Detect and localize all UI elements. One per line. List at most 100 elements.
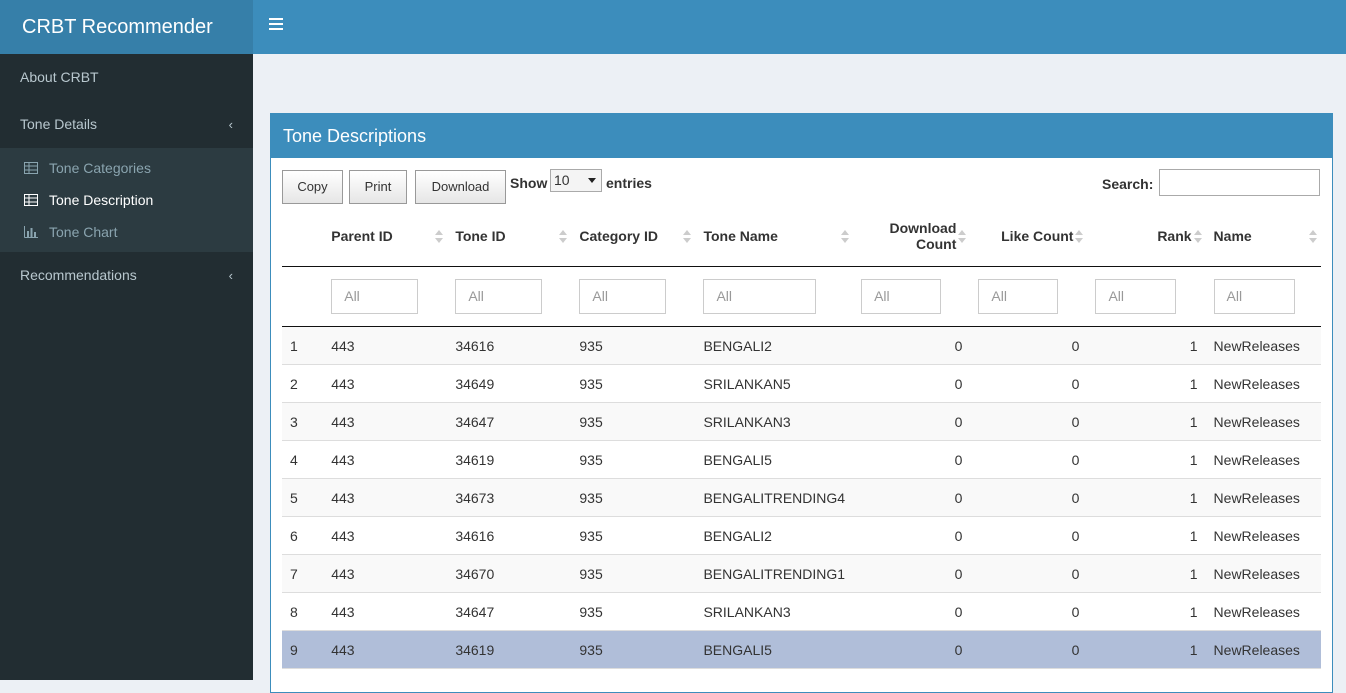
box-title: Tone Descriptions: [271, 114, 1332, 158]
page-length-value: 10: [554, 172, 570, 188]
sidebar-item-tone-details[interactable]: Tone Details ‹: [0, 101, 253, 148]
filter-input-like-count[interactable]: All: [978, 279, 1059, 314]
cell-tone-name: BENGALI2: [695, 326, 854, 365]
cell-rank: 1: [1087, 478, 1206, 517]
table-row[interactable]: 3 443 34647 935 SRILANKAN3 0 0 1 NewReleases: [282, 402, 1321, 441]
cell-rank: 1: [1087, 554, 1206, 593]
column-header-name[interactable]: Name: [1205, 206, 1321, 267]
filter-row: All All All All All All All All: [282, 266, 1321, 327]
cell-rank: 1: [1087, 516, 1206, 555]
filter-input-tone-id[interactable]: All: [455, 279, 543, 314]
search-input[interactable]: [1159, 169, 1320, 196]
cell-rank: 1: [1087, 326, 1206, 365]
cell-tone-id: 34673: [447, 478, 572, 517]
sidebar-subitem-tone-chart[interactable]: Tone Chart: [0, 216, 253, 248]
sort-icon: [559, 230, 568, 244]
copy-button[interactable]: Copy: [282, 170, 343, 204]
cell-parent-id: 443: [323, 516, 448, 555]
chevron-left-icon: ‹: [228, 117, 233, 132]
column-header-like-count[interactable]: Like Count: [970, 206, 1088, 267]
app-logo[interactable]: CRBT Recommender: [0, 0, 253, 54]
cell-like-count: 0: [970, 630, 1088, 669]
cell-tone-id: 34670: [447, 554, 572, 593]
cell-name: NewReleases: [1205, 516, 1321, 555]
cell-download-count: 0: [853, 630, 971, 669]
cell-parent-id: 443: [323, 554, 448, 593]
column-header-download-count[interactable]: Download Count: [853, 206, 971, 267]
sidebar-item-label: Tone Details: [20, 116, 98, 132]
print-button[interactable]: Print: [349, 170, 407, 204]
table-row[interactable]: 5 443 34673 935 BENGALITRENDING4 0 0 1 NewReleas…: [282, 478, 1321, 517]
filter-cell-empty: [282, 266, 324, 327]
cell-like-count: 0: [970, 402, 1088, 441]
cell-parent-id: 443: [323, 592, 448, 631]
tone-details-submenu: Tone Categories Tone Description Tone Ch…: [0, 148, 253, 252]
filter-input-rank[interactable]: All: [1095, 279, 1177, 314]
cell-tone-name: BENGALI5: [695, 440, 854, 479]
cell-like-count: 0: [970, 592, 1088, 631]
cell-rank: 1: [1087, 440, 1206, 479]
table-row[interactable]: 9 443 34619 935 BENGALI5 0 0 1 NewReleases: [282, 630, 1321, 669]
cell-index: 8: [282, 592, 324, 631]
column-header-rank[interactable]: Rank: [1087, 206, 1206, 267]
cell-index: 6: [282, 516, 324, 555]
sidebar-item-label: Recommendations: [20, 267, 137, 283]
table-row[interactable]: 6 443 34616 935 BENGALI2 0 0 1 NewReleases: [282, 516, 1321, 555]
cell-parent-id: 443: [323, 402, 448, 441]
column-header-parent-id[interactable]: Parent ID: [323, 206, 448, 267]
cell-tone-id: 34616: [447, 516, 572, 555]
cell-rank: 1: [1087, 592, 1206, 631]
sidebar-subitem-tone-categories[interactable]: Tone Categories: [0, 152, 253, 184]
cell-like-count: 0: [970, 478, 1088, 517]
column-header-tone-id[interactable]: Tone ID: [447, 206, 572, 267]
cell-index: 5: [282, 478, 324, 517]
cell-category-id: 935: [571, 364, 696, 403]
sidebar-toggle-icon[interactable]: [269, 18, 283, 32]
table-row[interactable]: 7 443 34670 935 BENGALITRENDING1 0 0 1 NewReleas…: [282, 554, 1321, 593]
cell-rank: 1: [1087, 364, 1206, 403]
cell-like-count: 0: [970, 326, 1088, 365]
table-row[interactable]: 4 443 34619 935 BENGALI5 0 0 1 NewReleases: [282, 440, 1321, 479]
cell-download-count: 0: [853, 478, 971, 517]
sidebar-subitem-tone-description[interactable]: Tone Description: [0, 184, 253, 216]
filter-input-parent-id[interactable]: All: [331, 279, 419, 314]
cell-tone-id: 34619: [447, 630, 572, 669]
table-row[interactable]: 2 443 34649 935 SRILANKAN5 0 0 1 NewReleases: [282, 364, 1321, 403]
filter-input-download-count[interactable]: All: [861, 279, 942, 314]
cell-tone-name: BENGALI2: [695, 516, 854, 555]
entries-label: entries: [606, 175, 652, 191]
table-icon: [24, 194, 38, 206]
filter-input-tone-name[interactable]: All: [703, 279, 817, 314]
cell-category-id: 935: [571, 440, 696, 479]
cell-download-count: 0: [853, 364, 971, 403]
cell-tone-name: SRILANKAN3: [695, 402, 854, 441]
cell-tone-id: 34616: [447, 326, 572, 365]
table-row[interactable]: 8 443 34647 935 SRILANKAN3 0 0 1 NewReleases: [282, 592, 1321, 631]
cell-name: NewReleases: [1205, 478, 1321, 517]
sidebar-item-about-crbt[interactable]: About CRBT: [0, 54, 253, 101]
cell-download-count: 0: [853, 516, 971, 555]
cell-name: NewReleases: [1205, 554, 1321, 593]
column-header-tone-name[interactable]: Tone Name: [695, 206, 854, 267]
cell-index: 9: [282, 630, 324, 669]
table-row[interactable]: 1 443 34616 935 BENGALI2 0 0 1 NewReleases: [282, 326, 1321, 365]
filter-input-category-id[interactable]: All: [579, 279, 667, 314]
cell-tone-name: SRILANKAN3: [695, 592, 854, 631]
cell-category-id: 935: [571, 402, 696, 441]
download-button[interactable]: Download: [415, 170, 506, 204]
page-length-select[interactable]: 10: [550, 169, 602, 192]
sort-icon: [435, 230, 444, 244]
cell-like-count: 0: [970, 554, 1088, 593]
tone-description-table: Parent ID Tone ID Category ID Tone Name …: [282, 206, 1321, 669]
column-header-index: [282, 206, 324, 267]
cell-tone-name: BENGALI5: [695, 630, 854, 669]
column-header-category-id[interactable]: Category ID: [571, 206, 696, 267]
cell-parent-id: 443: [323, 630, 448, 669]
cell-index: 1: [282, 326, 324, 365]
cell-index: 3: [282, 402, 324, 441]
filter-input-name[interactable]: All: [1213, 279, 1295, 314]
sidebar-subitem-label: Tone Chart: [49, 224, 118, 240]
cell-name: NewReleases: [1205, 630, 1321, 669]
sidebar-item-recommendations[interactable]: Recommendations ‹: [0, 252, 253, 299]
cell-name: NewReleases: [1205, 440, 1321, 479]
